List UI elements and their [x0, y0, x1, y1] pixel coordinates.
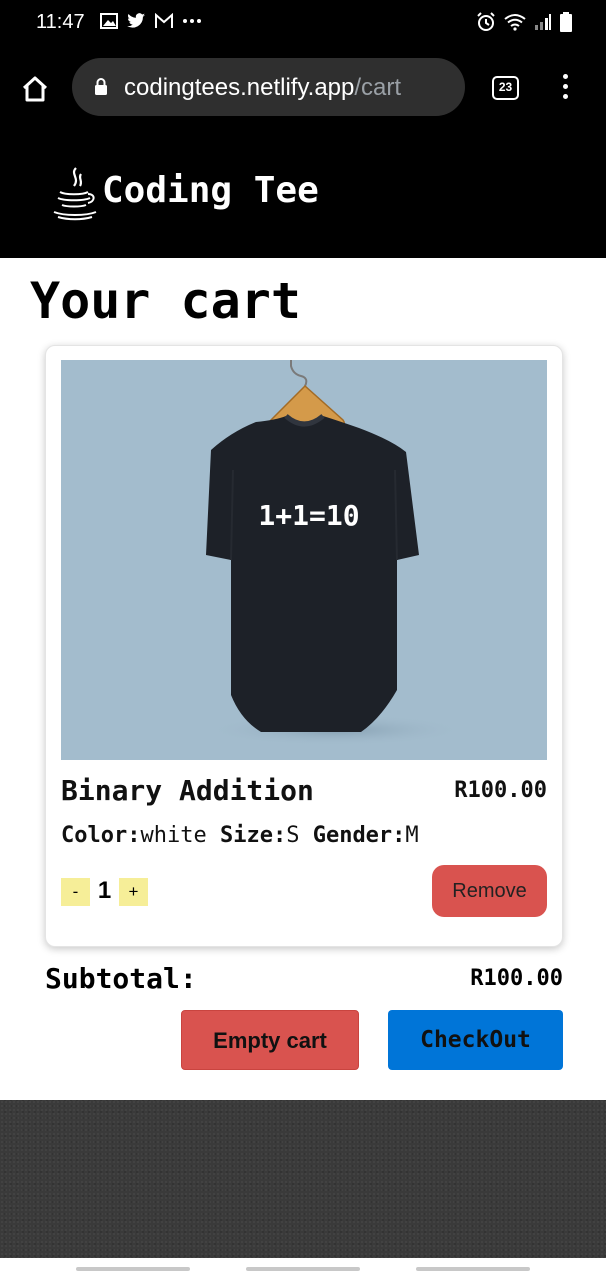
site-logo-text[interactable]: Coding Tee [102, 170, 319, 211]
checkout-button[interactable]: CheckOut [388, 1010, 563, 1070]
subtotal-label: Subtotal: [45, 962, 197, 995]
java-cup-logo-icon[interactable] [50, 164, 100, 224]
remove-item-button[interactable]: Remove [432, 865, 547, 917]
battery-icon [560, 12, 572, 32]
empty-cart-button[interactable]: Empty cart [181, 1010, 359, 1070]
signal-icon [535, 14, 551, 30]
product-attributes: Color:white Size:S Gender:M [61, 823, 419, 848]
tshirt-illustration: 1+1=10 [206, 360, 466, 746]
decrease-quantity-button[interactable]: - [61, 878, 90, 906]
wifi-icon [504, 14, 526, 31]
browser-menu-icon[interactable] [555, 74, 575, 104]
status-bar: 11:47 [0, 0, 606, 44]
site-footer [0, 1100, 606, 1260]
alarm-icon [477, 12, 495, 31]
gmail-icon [155, 13, 173, 28]
status-right-icons [476, 12, 572, 32]
address-bar[interactable]: codingtees.netlify.app/cart [72, 58, 465, 116]
quantity-value: 1 [97, 877, 112, 904]
product-image: 1+1=10 [61, 360, 547, 760]
lock-icon [95, 78, 107, 95]
url-text: codingtees.netlify.app/cart [124, 74, 401, 102]
status-left-icons [100, 12, 202, 30]
gallery-icon [100, 13, 118, 29]
home-icon[interactable] [20, 74, 50, 104]
status-time: 11:47 [36, 11, 85, 33]
page-title: Your cart [30, 272, 301, 330]
shirt-print-text: 1+1=10 [258, 499, 359, 532]
size-value: S [286, 823, 300, 848]
url-path: /cart [354, 74, 402, 101]
home-nav-button[interactable] [246, 1267, 360, 1271]
browser-toolbar: codingtees.netlify.app/cart 23 [0, 44, 606, 132]
subtotal-value: R100.00 [470, 966, 563, 991]
recents-nav-button[interactable] [76, 1267, 190, 1271]
site-header: Coding Tee [0, 132, 606, 258]
increase-quantity-button[interactable]: + [119, 878, 148, 906]
tab-switcher-button[interactable]: 23 [492, 76, 519, 100]
gender-label: Gender: [312, 823, 406, 848]
size-label: Size: [219, 823, 287, 848]
twitter-icon [127, 13, 145, 28]
product-name: Binary Addition [61, 774, 314, 807]
cart-item-card: 1+1=10 Binary Addition R100.00 Color:whi… [45, 345, 563, 947]
system-navigation-bar [0, 1258, 606, 1280]
product-price: R100.00 [454, 778, 547, 803]
more-dots-icon [183, 19, 201, 23]
gender-value: M [405, 823, 419, 848]
url-domain: codingtees.netlify.app [124, 74, 355, 101]
color-value: white [140, 823, 207, 848]
color-label: Color: [61, 823, 141, 848]
back-nav-button[interactable] [416, 1267, 530, 1271]
